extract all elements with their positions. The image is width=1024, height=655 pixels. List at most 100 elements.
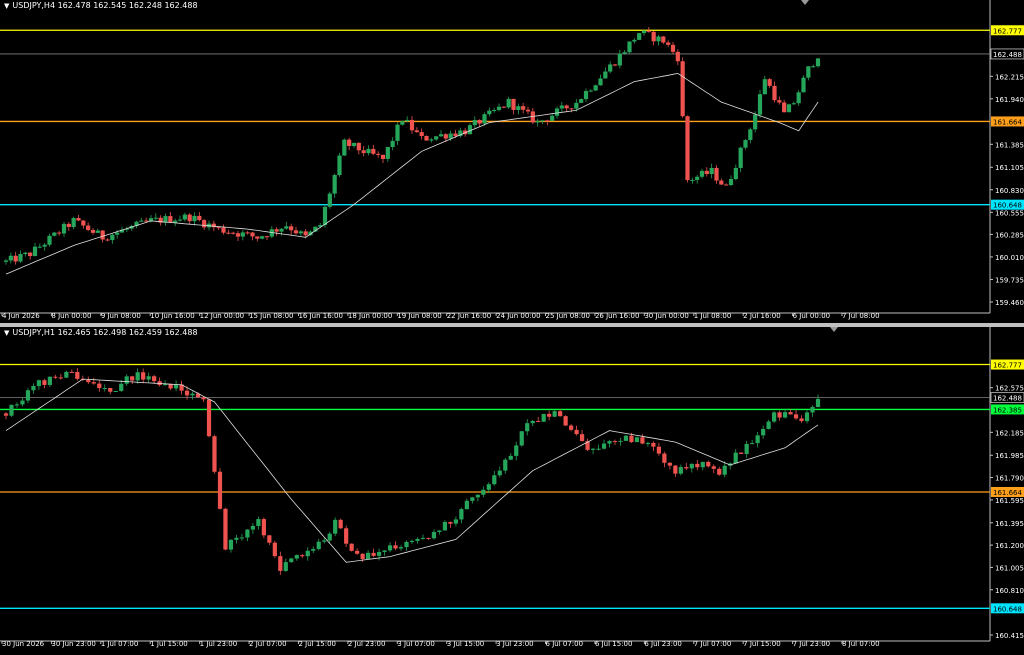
h4-time-tick-label: 6 Jul 00:00 — [793, 312, 831, 320]
h4-candle-body — [714, 168, 719, 181]
h1-level-badge-label: 160.648 — [993, 605, 1022, 613]
h1-candle-body — [804, 412, 810, 422]
h1-candle-body — [355, 550, 360, 554]
h4-candle-body — [477, 120, 482, 124]
h4-candle-body — [361, 150, 366, 154]
h4-candle-body — [487, 110, 492, 115]
h1-candle-body — [3, 413, 9, 416]
h1-candle-body — [629, 435, 634, 443]
h1-candle-body — [250, 525, 255, 530]
h4-candle-body — [429, 139, 434, 141]
h1-candle-body — [612, 441, 618, 443]
h4-price-tick-label: 160.830 — [995, 187, 1024, 195]
h1-candle-body — [47, 376, 52, 385]
h4-candle-body — [501, 106, 506, 108]
h4-candle-body — [506, 98, 511, 108]
h1-candle-body — [470, 497, 475, 501]
h4-chart-panel[interactable]: ▼ USDJPY,H4 162.478 162.545 162.248 162.4… — [0, 0, 1024, 323]
h1-candle-body — [322, 540, 327, 542]
h4-candle-body — [100, 230, 105, 240]
h4-time-tick-label: 22 Jun 16:00 — [447, 312, 491, 320]
h1-candle-body — [102, 388, 107, 390]
h4-candle-body — [545, 120, 550, 122]
h4-candle-body — [632, 39, 637, 42]
h4-candle-body — [327, 193, 332, 207]
dropdown-triangle-icon[interactable]: ▼ — [4, 329, 9, 337]
h4-candle-body — [719, 180, 724, 185]
h4-candle-body — [289, 226, 294, 231]
h4-time-tick-label: 18 Jun 00:00 — [348, 312, 392, 320]
h4-candle-body — [806, 66, 811, 78]
h4-candle-body — [221, 227, 226, 233]
h4-candle-body — [61, 223, 67, 234]
h1-price-tick-label: 160.810 — [995, 587, 1024, 595]
h1-candle-body — [662, 453, 667, 463]
h1-candle-body — [514, 445, 519, 456]
h1-candle-body — [810, 407, 815, 413]
h1-candle-body — [294, 555, 299, 559]
h4-candlestick-chart[interactable]: 162.215 161.940 161.385 161.105 160.830 160.5… — [0, 0, 1024, 323]
h1-candle-body — [130, 376, 135, 381]
h1-candle-body — [327, 533, 332, 541]
h1-candle-body — [717, 468, 722, 475]
h1-candle-body — [289, 558, 294, 563]
h4-candle-body — [540, 120, 545, 122]
h1-candle-body — [36, 380, 42, 387]
h4-candle-body — [395, 124, 400, 141]
h1-candle-body — [184, 390, 190, 396]
h4-candle-body — [748, 129, 753, 141]
dropdown-triangle-icon[interactable]: ▼ — [4, 2, 9, 10]
h1-time-tick-label: 6 Jul 23:00 — [644, 640, 682, 648]
h1-candlestick-chart[interactable]: 162.575 162.185 161.985 161.790 161.595 161.3… — [0, 327, 1024, 651]
h1-price-tick-label: 161.595 — [995, 497, 1024, 505]
h4-candle-body — [724, 184, 729, 186]
h1-candle-body — [278, 556, 283, 571]
h1-candle-body — [415, 538, 420, 541]
h1-candle-body — [300, 555, 305, 557]
h1-candles — [3, 368, 821, 575]
h4-candle-body — [786, 104, 792, 113]
h4-candle-body — [173, 220, 178, 223]
h4-candle-body — [646, 30, 651, 32]
h4-candle-body — [322, 206, 328, 226]
h1-candle-body — [695, 463, 700, 468]
h1-candle-body — [53, 376, 58, 378]
h4-scroll-marker-icon[interactable] — [801, 0, 809, 5]
h1-candle-body — [344, 528, 349, 544]
h4-candle-body — [516, 106, 521, 110]
h1-candle-body — [689, 463, 694, 469]
h1-candle-body — [667, 462, 672, 466]
h1-candle-body — [437, 530, 442, 532]
h4-candle-body — [390, 140, 395, 148]
h1-candle-body — [793, 414, 799, 419]
h4-candle-body — [796, 92, 801, 104]
h1-candle-body — [228, 539, 234, 550]
h1-candle-body — [371, 552, 376, 556]
h1-candle-body — [420, 537, 426, 539]
h1-chart-panel[interactable]: ▼ USDJPY,H1 162.465 162.498 162.459 162.4… — [0, 327, 1024, 651]
h4-candle-body — [670, 44, 676, 52]
h1-candle-body — [536, 420, 541, 422]
h1-candle-body — [212, 436, 217, 472]
h4-candle-body — [414, 130, 419, 133]
h1-candle-body — [574, 429, 579, 435]
h1-candle-body — [58, 377, 63, 379]
h4-price-tick-label: 162.215 — [995, 73, 1024, 81]
h4-candle-body — [743, 140, 748, 148]
h4-level-badge-label: 161.664 — [993, 118, 1022, 126]
h4-candle-body — [32, 246, 38, 257]
h1-candle-body — [453, 519, 458, 524]
h1-candle-body — [223, 508, 228, 550]
h4-candle-body — [250, 232, 255, 237]
h1-candle-body — [201, 397, 206, 400]
h1-candle-body — [706, 461, 711, 467]
h1-candle-body — [431, 531, 437, 539]
h4-time-tick-label: 9 Jun 08:00 — [101, 312, 141, 320]
h4-candle-body — [496, 106, 502, 110]
h1-candle-body — [9, 404, 14, 416]
h4-candle-body — [612, 64, 618, 66]
h1-candle-body — [569, 425, 574, 430]
h4-candle-body — [240, 232, 245, 237]
h1-scroll-marker-icon[interactable] — [830, 327, 838, 332]
h1-candle-body — [206, 399, 212, 437]
